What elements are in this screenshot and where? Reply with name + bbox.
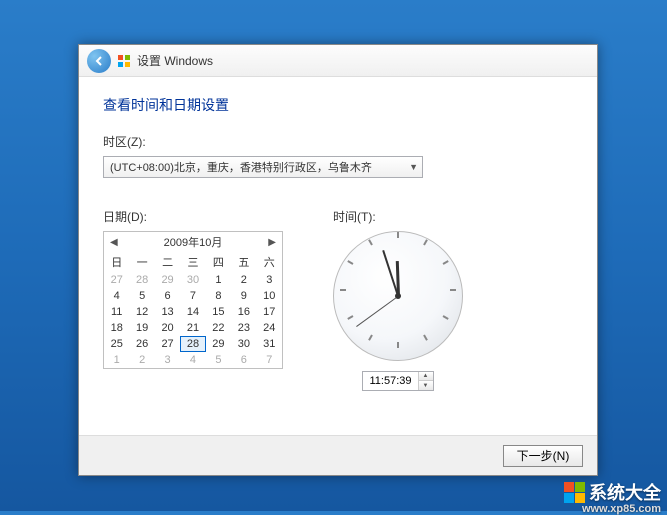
calendar-day[interactable]: 30 <box>231 336 256 352</box>
calendar-day[interactable]: 4 <box>180 352 205 368</box>
calendar-day[interactable]: 27 <box>155 336 180 352</box>
calendar-day[interactable]: 31 <box>257 336 282 352</box>
calendar-day[interactable]: 26 <box>129 336 154 352</box>
time-down-button[interactable]: ▼ <box>419 381 433 390</box>
calendar-day[interactable]: 2 <box>129 352 154 368</box>
window-title: 设置 Windows <box>137 52 213 69</box>
watermark-url: www.xp85.com <box>582 503 661 515</box>
calendar-day[interactable]: 7 <box>257 352 282 368</box>
time-label: 时间(T): <box>333 208 463 225</box>
watermark-text: 系统大全 <box>589 479 661 505</box>
timezone-value: (UTC+08:00)北京，重庆，香港特别行政区，乌鲁木齐 <box>110 159 372 175</box>
calendar-day[interactable]: 19 <box>129 320 154 336</box>
calendar-day[interactable]: 18 <box>104 320 129 336</box>
calendar-day[interactable]: 3 <box>155 352 180 368</box>
calendar-day[interactable]: 22 <box>206 320 231 336</box>
content-area: 查看时间和日期设置 时区(Z): (UTC+08:00)北京，重庆，香港特别行政… <box>79 77 597 435</box>
watermark: 系统大全 www.xp85.com <box>564 479 661 505</box>
timezone-label: 时区(Z): <box>103 133 573 150</box>
calendar-day[interactable]: 29 <box>155 272 180 288</box>
next-button[interactable]: 下一步(N) <box>503 445 583 467</box>
calendar-day[interactable]: 17 <box>257 304 282 320</box>
calendar-day[interactable]: 27 <box>104 272 129 288</box>
calendar-day[interactable]: 15 <box>206 304 231 320</box>
calendar-day[interactable]: 6 <box>155 288 180 304</box>
calendar-day[interactable]: 25 <box>104 336 129 352</box>
calendar-day[interactable]: 1 <box>104 352 129 368</box>
footer: 下一步(N) <box>79 435 597 475</box>
calendar-day[interactable]: 4 <box>104 288 129 304</box>
calendar: ◀ 2009年10月 ▶ 日一二三四五六27282930123456789101… <box>103 231 283 369</box>
calendar-day[interactable]: 23 <box>231 320 256 336</box>
calendar-day[interactable]: 1 <box>206 272 231 288</box>
calendar-day[interactable]: 24 <box>257 320 282 336</box>
calendar-day[interactable]: 14 <box>180 304 205 320</box>
calendar-dow: 六 <box>257 252 282 272</box>
setup-window: 设置 Windows 查看时间和日期设置 时区(Z): (UTC+08:00)北… <box>78 44 598 476</box>
calendar-dow: 日 <box>104 252 129 272</box>
calendar-day[interactable]: 21 <box>180 320 205 336</box>
time-input[interactable]: 11:57:39 ▲ ▼ <box>362 371 433 391</box>
calendar-day[interactable]: 9 <box>231 288 256 304</box>
calendar-day[interactable]: 8 <box>206 288 231 304</box>
calendar-day[interactable]: 5 <box>129 288 154 304</box>
calendar-day[interactable]: 20 <box>155 320 180 336</box>
calendar-day[interactable]: 7 <box>180 288 205 304</box>
calendar-day[interactable]: 3 <box>257 272 282 288</box>
calendar-day[interactable]: 10 <box>257 288 282 304</box>
analog-clock <box>333 231 463 361</box>
calendar-dow: 三 <box>180 252 205 272</box>
windows-tiles-icon <box>564 482 585 503</box>
arrow-left-icon <box>93 55 105 67</box>
calendar-day[interactable]: 28 <box>129 272 154 288</box>
titlebar: 设置 Windows <box>79 45 597 77</box>
calendar-dow: 四 <box>206 252 231 272</box>
back-button[interactable] <box>87 49 111 73</box>
calendar-day[interactable]: 30 <box>180 272 205 288</box>
calendar-prev-button[interactable]: ◀ <box>110 237 118 248</box>
calendar-dow: 五 <box>231 252 256 272</box>
calendar-day[interactable]: 29 <box>206 336 231 352</box>
page-heading: 查看时间和日期设置 <box>103 95 573 115</box>
calendar-day[interactable]: 2 <box>231 272 256 288</box>
calendar-day[interactable]: 16 <box>231 304 256 320</box>
calendar-day[interactable]: 13 <box>155 304 180 320</box>
calendar-dow: 一 <box>129 252 154 272</box>
time-up-button[interactable]: ▲ <box>419 372 433 381</box>
time-value: 11:57:39 <box>363 375 417 387</box>
calendar-next-button[interactable]: ▶ <box>268 237 276 248</box>
calendar-day[interactable]: 11 <box>104 304 129 320</box>
calendar-day[interactable]: 5 <box>206 352 231 368</box>
windows-flag-icon <box>117 54 131 68</box>
timezone-dropdown[interactable]: (UTC+08:00)北京，重庆，香港特别行政区，乌鲁木齐 ▼ <box>103 156 423 178</box>
calendar-title: 2009年10月 <box>164 234 223 250</box>
date-label: 日期(D): <box>103 208 283 225</box>
calendar-day[interactable]: 12 <box>129 304 154 320</box>
chevron-down-icon: ▼ <box>409 162 418 172</box>
calendar-day[interactable]: 28 <box>180 336 205 352</box>
calendar-dow: 二 <box>155 252 180 272</box>
calendar-day[interactable]: 6 <box>231 352 256 368</box>
